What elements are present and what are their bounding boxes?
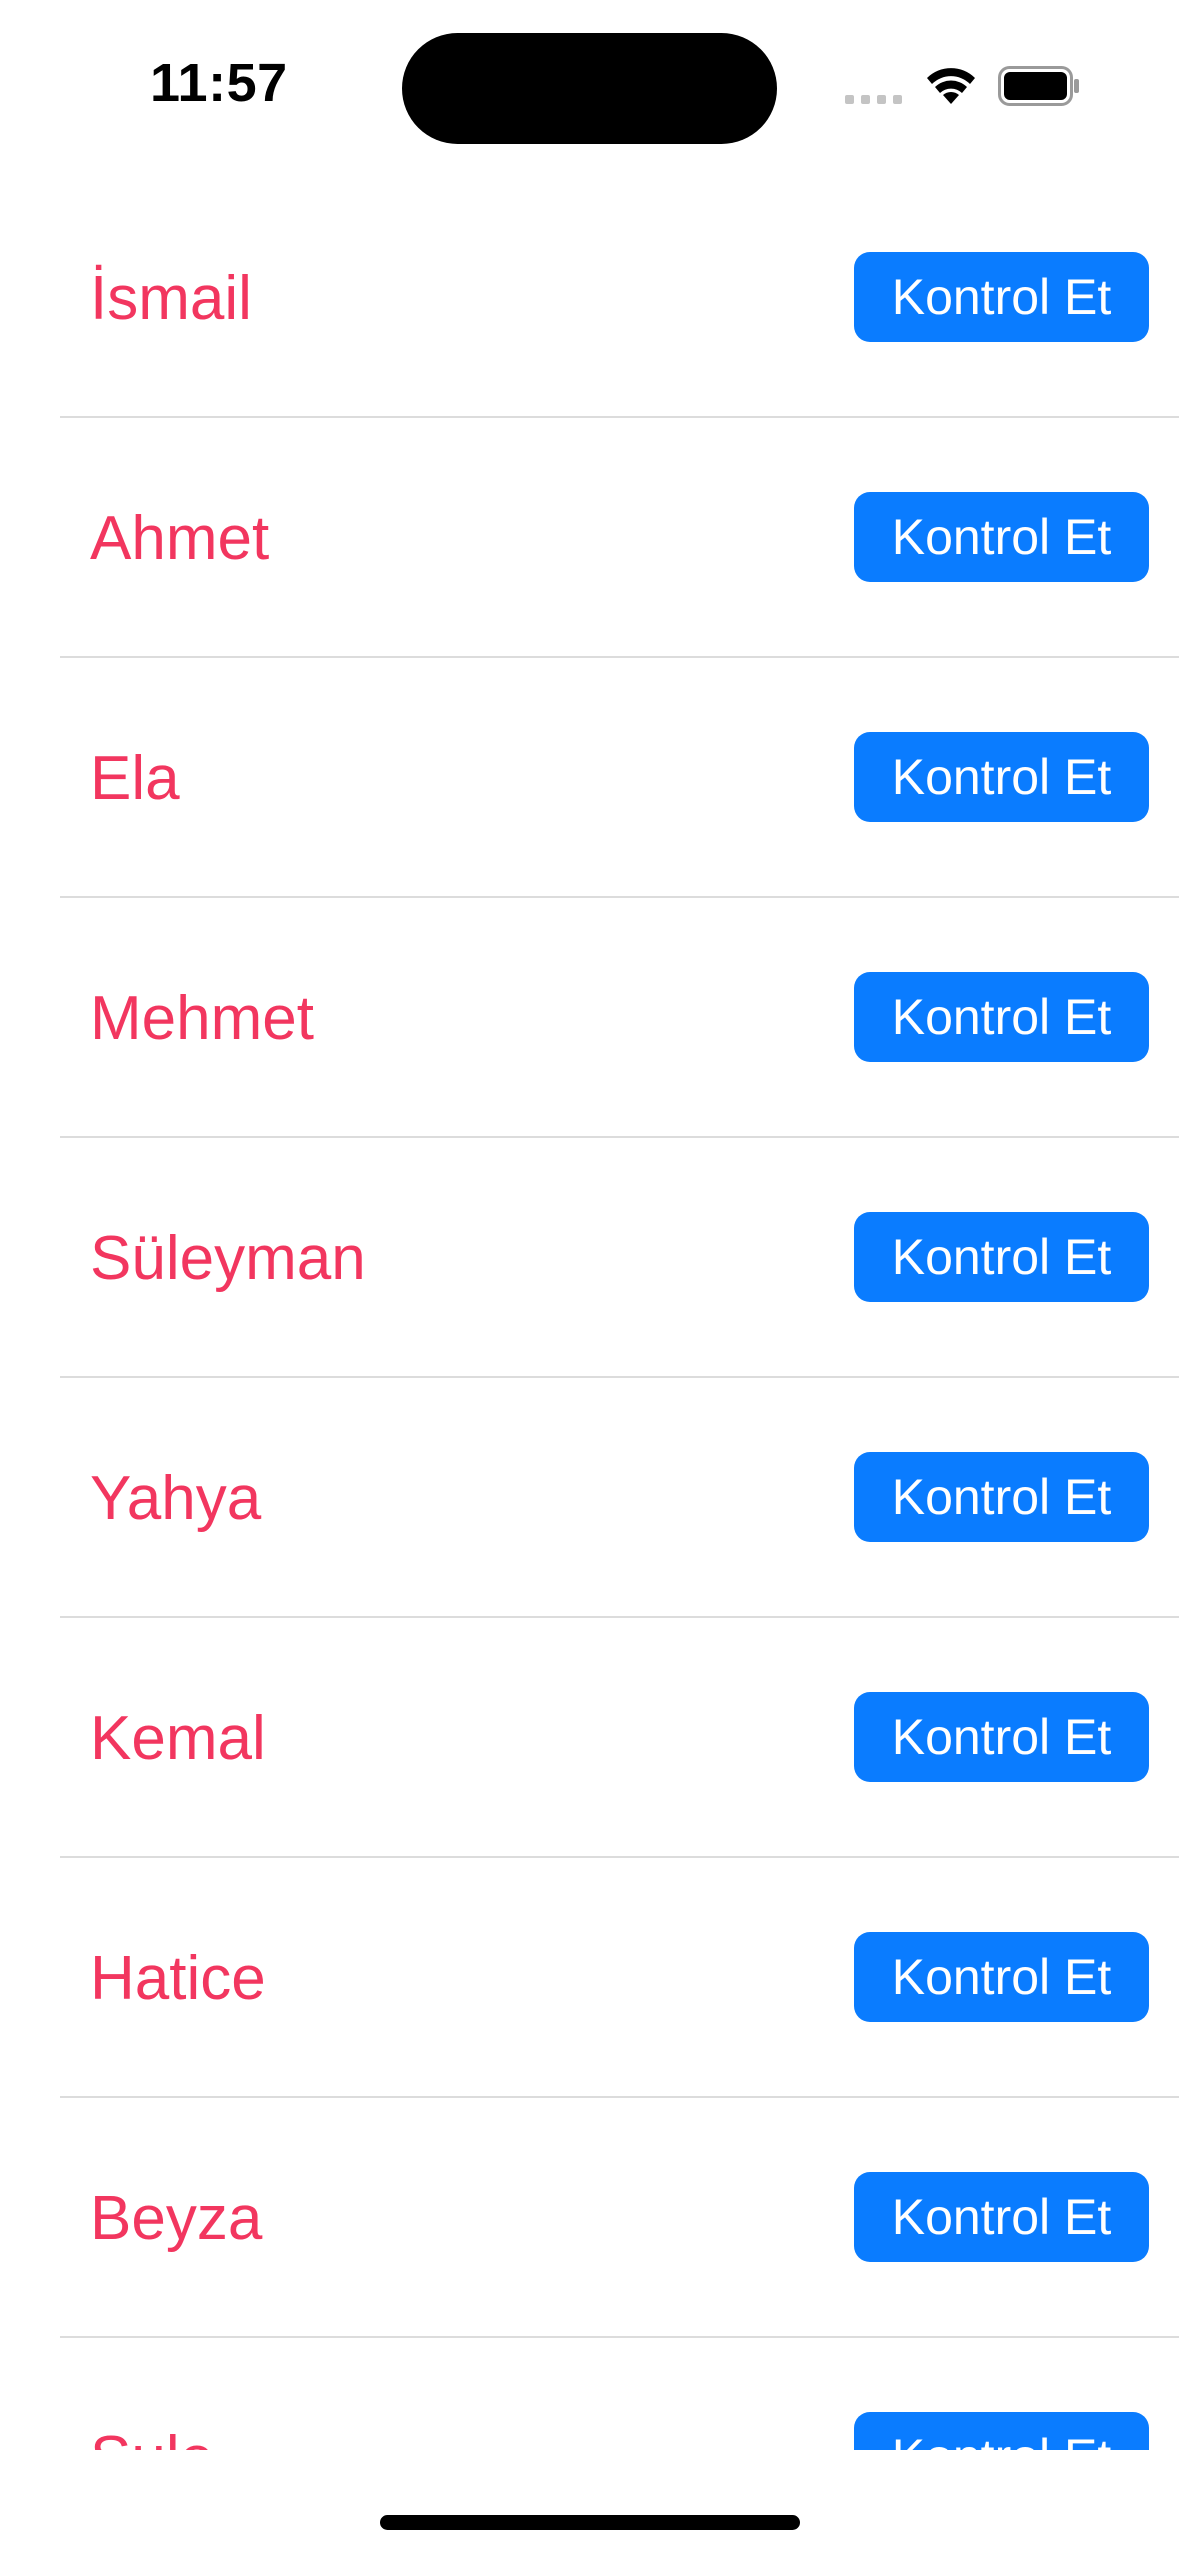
list-item: Kemal Kontrol Et — [0, 1618, 1179, 1858]
list-item: Ela Kontrol Et — [0, 658, 1179, 898]
list-item-name: Hatice — [90, 1944, 266, 2013]
check-button[interactable]: Kontrol Et — [854, 492, 1149, 582]
list-item-name: Mehmet — [90, 984, 314, 1053]
list-item-name: Kemal — [90, 1704, 266, 1773]
check-button[interactable]: Kontrol Et — [854, 2412, 1149, 2450]
list-item: İsmail Kontrol Et — [0, 178, 1179, 418]
list-item: Mehmet Kontrol Et — [0, 898, 1179, 1138]
list-item: Şule Kontrol Et — [0, 2338, 1179, 2450]
list-item-name: Yahya — [90, 1464, 262, 1533]
list-item: Hatice Kontrol Et — [0, 1858, 1179, 2098]
cellular-signal-icon — [845, 95, 902, 104]
check-button[interactable]: Kontrol Et — [854, 1212, 1149, 1302]
list-item: Beyza Kontrol Et — [0, 2098, 1179, 2338]
check-button[interactable]: Kontrol Et — [854, 1692, 1149, 1782]
list-item-name: Ela — [90, 744, 180, 813]
list-item-name: Şule — [90, 2428, 214, 2451]
battery-icon — [998, 66, 1079, 106]
check-button[interactable]: Kontrol Et — [854, 252, 1149, 342]
names-list: İsmail Kontrol Et Ahmet Kontrol Et Ela K… — [0, 178, 1179, 2450]
check-button[interactable]: Kontrol Et — [854, 732, 1149, 822]
list-item-name: Beyza — [90, 2184, 263, 2253]
home-indicator[interactable] — [380, 2515, 800, 2530]
list-item: Süleyman Kontrol Et — [0, 1138, 1179, 1378]
list-item-name: İsmail — [90, 264, 252, 333]
wifi-icon — [927, 68, 975, 104]
check-button[interactable]: Kontrol Et — [854, 1452, 1149, 1542]
status-time: 11:57 — [150, 53, 288, 113]
list-item: Yahya Kontrol Et — [0, 1378, 1179, 1618]
check-button[interactable]: Kontrol Et — [854, 2172, 1149, 2262]
dynamic-island — [402, 33, 777, 144]
list-item-name: Süleyman — [90, 1224, 366, 1293]
list-item-name: Ahmet — [90, 504, 270, 573]
check-button[interactable]: Kontrol Et — [854, 972, 1149, 1062]
list-item: Ahmet Kontrol Et — [0, 418, 1179, 658]
check-button[interactable]: Kontrol Et — [854, 1932, 1149, 2022]
status-bar: 11:57 — [0, 0, 1179, 180]
